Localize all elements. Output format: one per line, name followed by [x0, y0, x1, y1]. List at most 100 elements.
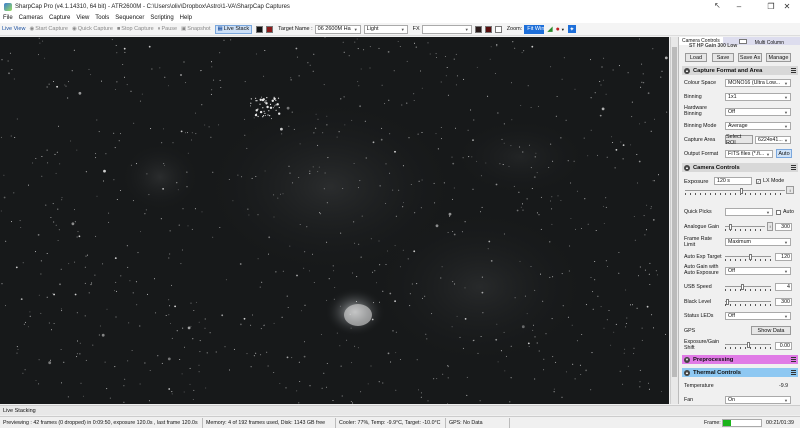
exposure-gain-shift-slider[interactable]	[725, 342, 771, 349]
fx-combo[interactable]: ▼	[421, 24, 472, 34]
chevron-down-icon: ▼	[784, 94, 788, 100]
stop-capture-button[interactable]: ■ Stop Capture	[117, 26, 154, 32]
slider-knob[interactable]	[729, 224, 732, 230]
camera-controls-panel: Camera Controls Multi Column ST HP Gain …	[678, 37, 800, 404]
fan-combo[interactable]: On ▼	[725, 396, 791, 404]
chevron-down-icon: ▼	[784, 123, 788, 129]
show-data-button[interactable]: Show Data	[751, 326, 791, 335]
binning-mode-combo[interactable]: Average ▼	[725, 122, 791, 130]
preprocessing-section[interactable]: ▼ Preprocessing	[682, 355, 798, 364]
slider-knob[interactable]	[741, 284, 744, 290]
quick-picks-combo[interactable]: ▼	[725, 208, 773, 216]
live-stacking-tab[interactable]: Live Stacking	[0, 405, 800, 415]
focus-assist-icon[interactable]: ●	[556, 26, 560, 33]
hamburger-icon[interactable]	[791, 165, 796, 170]
capture-format-section[interactable]: ▲ Capture Format and Area	[682, 66, 798, 75]
target-name-combo[interactable]: 06 2600M Ha ▼	[314, 24, 361, 34]
slider-knob[interactable]	[749, 254, 752, 260]
fx-label: FX	[412, 26, 420, 32]
camera-controls-section[interactable]: ▲ Camera Controls	[682, 163, 798, 172]
stop-capture-label: Stop Capture	[121, 26, 154, 32]
close-button[interactable]: ✕	[774, 0, 800, 13]
tab-multi-column[interactable]: Multi Column	[733, 37, 790, 46]
binning-combo[interactable]: 1x1 ▼	[725, 93, 791, 101]
frame-type-combo[interactable]: Light ▼	[363, 24, 408, 34]
analogue-gain-value[interactable]: 300	[775, 223, 792, 231]
menu-view[interactable]: View	[76, 15, 89, 21]
usb-speed-slider[interactable]	[725, 284, 771, 291]
menu-tools[interactable]: Tools	[95, 15, 109, 21]
reticle-colour-icon[interactable]	[484, 25, 492, 33]
capture-format-title: Capture Format and Area	[693, 67, 763, 74]
chevron-down-icon[interactable]: ▼	[561, 27, 565, 32]
status-leds-combo[interactable]: Off ▼	[725, 312, 791, 320]
menu-sequencer[interactable]: Sequencer	[115, 15, 144, 21]
colour-picker-icon[interactable]	[474, 25, 482, 33]
frame-rate-limit-value: Maximum	[728, 239, 751, 245]
live-view-button[interactable]: Live View	[2, 26, 25, 32]
hw-binning-combo[interactable]: Off ▼	[725, 108, 791, 116]
image-scrollbar[interactable]	[670, 37, 678, 404]
save-as-button[interactable]: Save As	[738, 53, 762, 62]
slider-knob[interactable]	[726, 299, 729, 305]
menu-cameras[interactable]: Cameras	[19, 15, 43, 21]
annotation-icon[interactable]: ✦	[567, 25, 576, 33]
output-format-label: Output Format	[684, 151, 719, 157]
auto-exp-target-slider[interactable]	[725, 254, 771, 261]
slider-knob[interactable]	[747, 342, 750, 348]
capture-area-combo[interactable]: 6224x41... ▼	[755, 136, 791, 144]
auto-gain-combo[interactable]: Off ▼	[725, 267, 791, 275]
exposure-input[interactable]: 120 s	[714, 177, 752, 185]
hamburger-icon[interactable]	[791, 370, 796, 375]
zoom-combo[interactable]: Fit Win	[524, 24, 544, 34]
load-button[interactable]: Load	[685, 53, 707, 62]
exposure-slider[interactable]	[685, 188, 785, 195]
histogram-chart-icon[interactable]: ◢	[547, 25, 552, 33]
frame-progress-fill	[723, 420, 731, 426]
auto-output-button[interactable]: Auto	[776, 149, 792, 158]
quick-capture-icon: ◉	[71, 26, 77, 32]
analogue-gain-slider[interactable]	[725, 224, 765, 231]
snapshot-button[interactable]: ▣ Snapshot	[181, 26, 210, 32]
gain-stepper[interactable]: ↕	[767, 222, 773, 231]
menu-help[interactable]: Help	[180, 15, 192, 21]
auto-exp-target-value[interactable]: 120	[775, 253, 792, 261]
black-level-value[interactable]: 300	[775, 298, 792, 306]
select-roi-button[interactable]: Select ROI	[725, 134, 753, 146]
quick-picks-auto-label: Auto	[783, 209, 794, 215]
hamburger-icon[interactable]	[791, 68, 796, 73]
overlay-icon[interactable]	[494, 25, 502, 33]
display-stretch-icon[interactable]	[256, 25, 264, 33]
black-level-slider[interactable]	[725, 299, 771, 306]
exposure-gain-shift-value[interactable]: 0.00	[775, 342, 792, 350]
pause-button[interactable]: ⏸ Pause	[158, 26, 177, 33]
capture-area-value: 6224x41...	[758, 137, 783, 143]
exposure-stepper[interactable]: ↕	[786, 186, 794, 194]
usb-speed-value[interactable]: 4	[775, 283, 792, 291]
scrollbar-thumb[interactable]	[672, 47, 677, 377]
frame-rate-limit-combo[interactable]: Maximum ▼	[725, 238, 791, 246]
thermal-controls-section[interactable]: ▲ Thermal Controls	[682, 368, 798, 377]
stack-icon: ▦	[217, 26, 223, 32]
manage-button[interactable]: Manage	[766, 53, 791, 62]
menu-file[interactable]: File	[3, 15, 13, 21]
minimize-button[interactable]: –	[726, 0, 752, 13]
usb-speed-label: USB Speed	[684, 284, 712, 290]
slider-knob[interactable]	[740, 188, 743, 194]
menu-scripting[interactable]: Scripting	[150, 15, 173, 21]
quick-picks-auto-checkbox[interactable]: Auto	[776, 209, 794, 215]
chevron-down-icon: ▼	[784, 109, 788, 115]
status-bar: Previewing : 42 frames (0 dropped) in 0:…	[0, 416, 800, 428]
lx-mode-checkbox[interactable]: ✓ LX Mode	[756, 178, 784, 184]
live-stack-button[interactable]: ▦ Live Stack	[214, 24, 253, 34]
colour-space-combo[interactable]: MONO16 (Ultra Low... ▼	[725, 79, 791, 87]
start-capture-button[interactable]: ◉ Start Capture	[29, 26, 68, 32]
quick-capture-button[interactable]: ◉ Quick Capture	[72, 26, 113, 32]
menu-capture[interactable]: Capture	[49, 15, 70, 21]
multi-column-label: Multi Column	[754, 40, 784, 46]
hamburger-icon[interactable]	[791, 357, 796, 362]
histogram-icon[interactable]	[266, 25, 274, 33]
output-format-combo[interactable]: FITS files (*.fi... ▼	[725, 150, 773, 158]
save-button[interactable]: Save	[712, 53, 734, 62]
live-image-view[interactable]	[0, 37, 669, 404]
